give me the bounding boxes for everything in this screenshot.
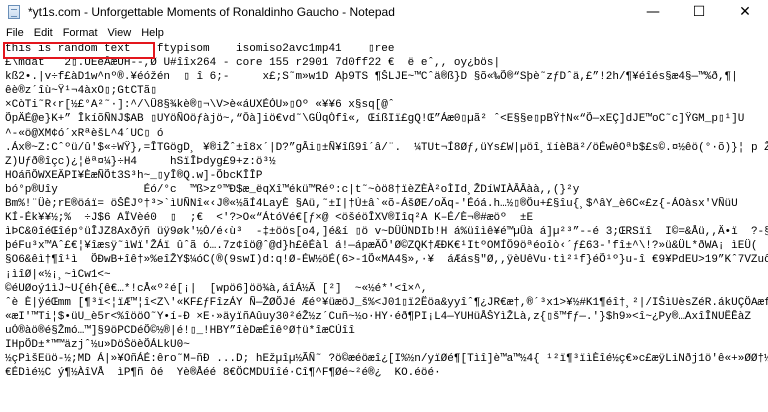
menu-view[interactable]: View <box>104 27 136 39</box>
notepad-icon <box>8 5 20 19</box>
text-line[interactable]: £\mdat 2▯.UEéÅæUH--,Ø U#îîx264 - core 15… <box>5 56 768 70</box>
text-line[interactable]: KÍ-Ék¥¥½;% ÷J$6 AÏVèé0 ▯ ;€ <'?>O«“ÁtóVé… <box>5 211 768 225</box>
text-line[interactable]: ^-«ö@XM¢ó´xRªèšL^4´UC▯ ó <box>5 127 768 141</box>
window-title: *yt1s.com - Unforgettable Moments of Ron… <box>28 5 395 19</box>
text-line[interactable]: this is random text ftypisom isomiso2avc… <box>5 42 768 56</box>
text-line[interactable]: êè®z´îù~Ÿ¹¬4àxO▯;GtCTã▯ <box>5 84 768 98</box>
text-line[interactable]: kß2•.|v÷f£àD1w^nº®.¥éóžén ▯ î 6;- x£;S˜m… <box>5 70 768 84</box>
menu-format[interactable]: Format <box>59 27 102 39</box>
minimize-button[interactable]: — <box>630 0 676 24</box>
text-line[interactable]: §O6&êì†¶î¹ì ÕÐwB+îê†»%eîŽY$¼óC(®(9swI)d:… <box>5 253 768 267</box>
text-line[interactable]: bó°p®Uîy Éó/°c ™ß>zº™Ð$æ_ëqXî™ékü™Réº:c|… <box>5 183 768 197</box>
document-text[interactable]: this is random text ftypisom isomiso2avc… <box>0 42 768 380</box>
text-line[interactable]: ìÞC&0îéŒîép°üÎJZ8Axðýñ üÿ9øk'½Ò/é‹ù³ -‡±… <box>5 225 768 239</box>
text-line[interactable]: «æI'™Ti¦$•üU_è5r<%îööO˜Y•í-Ð ×E·»äyïñAûu… <box>5 310 768 324</box>
text-line[interactable]: Bm%!¨Üè;rE®öáï= öŠÊJº†³>`ìUÑNî«‹J®«½ãÍ4L… <box>5 197 768 211</box>
text-editor[interactable]: this is random text ftypisom isomiso2avc… <box>0 42 768 412</box>
text-line[interactable]: .Áx®~Z:Cˆºü/û'$«÷WŸ},=ÎTGögD¸ ¥®iŽˆ±î8x´… <box>5 141 768 155</box>
menu-file[interactable]: File <box>2 27 28 39</box>
menu-help[interactable]: Help <box>137 27 168 39</box>
maximize-button[interactable]: ☐ <box>676 0 722 24</box>
text-line[interactable]: €ÉDìé½C ý¶½ÀîVÅ ìP¶ñ ôé Yè®Åéé 8€ÖCMDUîî… <box>5 366 768 380</box>
text-line[interactable]: HOáñÔWXEÄPI¥ÈæÑÕt3S³h~_▯yÎ®Q.w]-ÕbcKÎÎP <box>5 169 768 183</box>
text-line[interactable]: ×CòTi˜R‹r[½£°A²˜·]:^/\Û8§¾kè®▯¬\V>è«áUXÉ… <box>5 98 768 112</box>
menu-edit[interactable]: Edit <box>30 27 57 39</box>
text-line[interactable]: ¡ìîØ|«½¡¸~ìCw1<~ <box>5 268 768 282</box>
text-line[interactable]: ©éUØoý1ìJ~U{éh{ê€…*!cÅ«º²é[¡| [wpö6]öö¾à… <box>5 282 768 296</box>
menu-bar: File Edit Format View Help <box>0 24 768 43</box>
title-bar: *yt1s.com - Unforgettable Moments of Ron… <box>0 0 768 24</box>
text-line[interactable]: þéFu³x™Aˆ£€¦¥îæsÿ˜ìWï'ŽÁï ûˆã ó….7z¢îö@ˆ… <box>5 239 768 253</box>
text-line[interactable]: ÕpÄÉ@e}K+” ÎkíõÑNJ$AB ▯UYöÑOöƒàjö~,“Ôà]i… <box>5 112 768 126</box>
text-line[interactable]: IHpÕD±*™™äzjˆ½u»DöŠöèÕÁLkU0~ <box>5 338 768 352</box>
text-line[interactable]: ½çPìšEüö-½;MD Á|»¥OñÁÉ:êro˜M–ñÐ ...D; hE… <box>5 352 768 366</box>
close-button[interactable]: ✕ <box>722 0 768 24</box>
window-controls: — ☐ ✕ <box>630 0 768 24</box>
text-line[interactable]: Z)Uƒð®îçc)¿¦ëª¤¼}÷H4 hSïÎÞdyg£9+z:ö³½ <box>5 155 768 169</box>
text-line[interactable]: ˆè È|ÿéŒmm [¶³ï<¦ïÆ™¦î<Z\'«KF£ƒFîzÁY Ñ—Ž… <box>5 296 768 310</box>
text-line[interactable]: uÓ®àö®é§Žmó…™]§9öPCDéÕ©½®|é!▯_!HBY”îèDæÉ… <box>5 324 768 338</box>
